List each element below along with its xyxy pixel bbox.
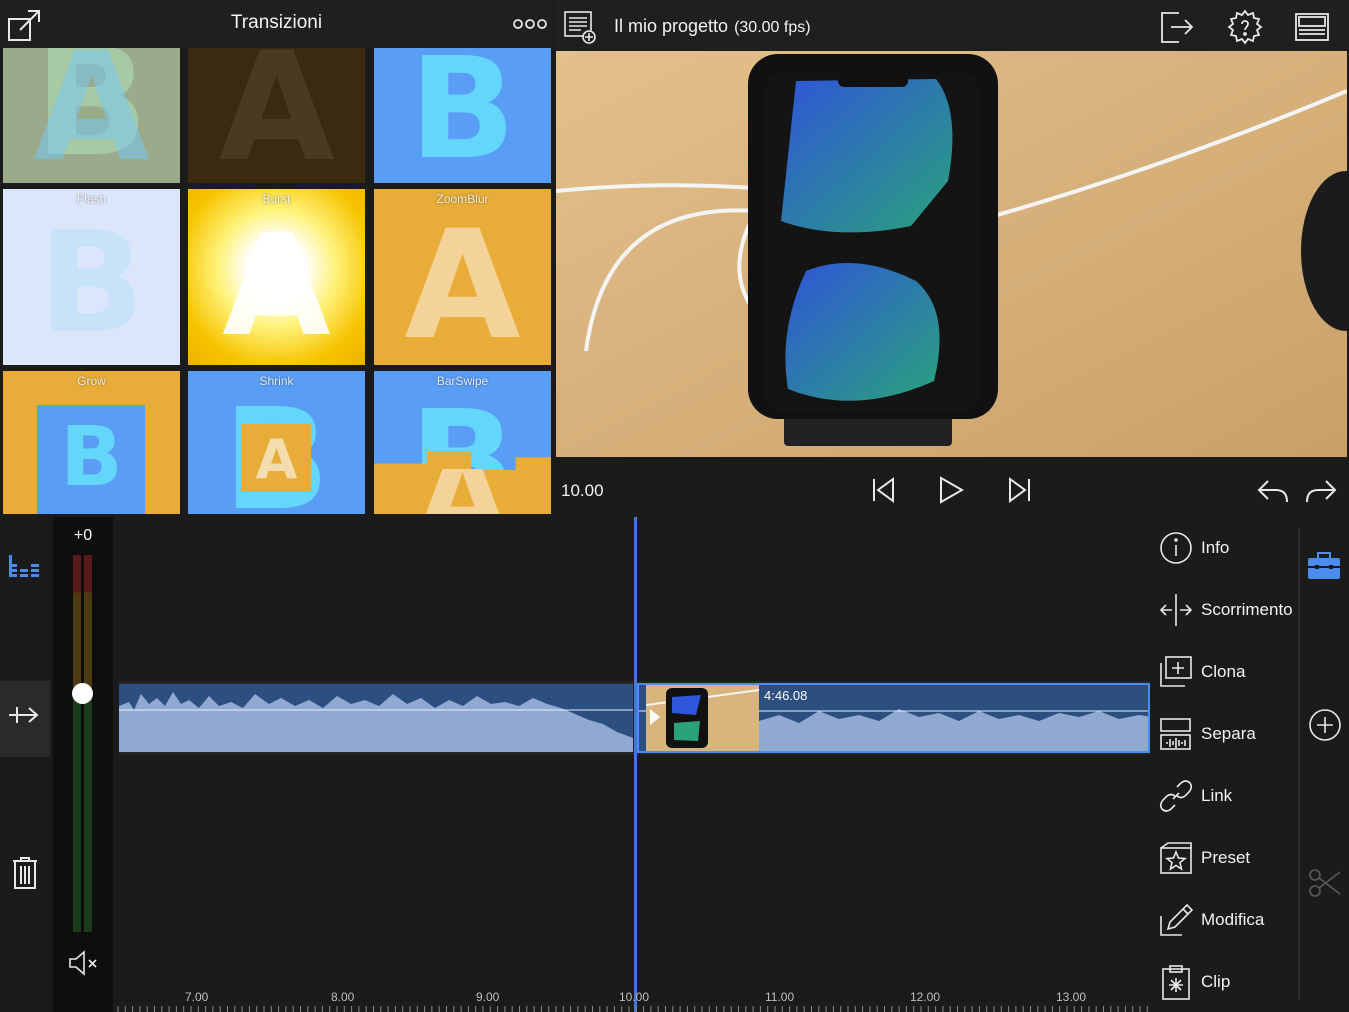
transition-tile-burst[interactable]: A Burst [188,189,365,365]
ruler-label: 12.00 [910,990,941,1004]
meter-bar-right [84,555,92,932]
clipboard-icon [1158,964,1194,1000]
info-icon [1158,530,1194,566]
transition-label: BarSwipe [436,374,489,388]
menu-item-label: Clona [1201,662,1246,681]
transition-label: Flash [76,192,107,206]
transition-tile-dissolve[interactable]: A [188,48,365,183]
ruler-label: 9.00 [476,990,500,1004]
play-icon[interactable] [937,475,965,505]
transitions-title: Transizioni [230,12,323,33]
menu-item-label: Modifica [1201,910,1265,929]
skip-forward-icon[interactable] [1006,476,1032,504]
scissors-icon[interactable] [1308,866,1342,900]
menu-item-info[interactable]: Info [1158,528,1229,568]
menu-item-clip[interactable]: Clip [1158,962,1230,1002]
mute-icon[interactable] [67,949,99,977]
project-settings-icon[interactable] [563,10,597,44]
split-audio-icon [1158,716,1194,752]
playhead[interactable] [634,517,637,1012]
transition-tile-cut[interactable]: B [374,48,551,183]
audio-levels-icon[interactable] [8,553,42,579]
transition-label: Shrink [259,374,294,388]
pencil-icon [1158,902,1194,938]
skip-back-icon[interactable] [871,476,897,504]
menu-item-label: Clip [1201,972,1231,991]
menu-item-preset[interactable]: Preset [1158,838,1250,878]
timeline[interactable] [116,517,1150,1012]
volume-value: +0 [73,527,93,544]
transition-tile-zoomblur[interactable]: A ZoomBlur [374,189,551,365]
link-icon [1158,778,1194,814]
preview-video[interactable] [556,51,1347,457]
timecode: 10.00 [561,481,604,500]
preset-star-icon [1158,840,1194,876]
slide-icon [1158,592,1194,628]
project-fps: (30.00 fps) [734,19,811,36]
menu-item-split[interactable]: Separa [1158,714,1256,754]
transition-tile-flash[interactable]: B Flash [3,189,180,365]
clip-duration: 4:46.08 [764,688,808,703]
menu-item-label: Preset [1201,848,1251,867]
transition-label: Burst [262,192,291,206]
undo-icon[interactable] [1256,478,1290,504]
project-name: Il mio progetto [614,16,729,36]
clip-play-marker-icon [649,708,661,726]
clone-icon [1158,654,1194,690]
transition-tile-shrink[interactable]: B A Shrink [188,371,365,514]
transition-label: Grow [77,374,106,388]
transition-label: ZoomBlur [436,192,489,206]
transition-tile-fade[interactable]: B A [3,48,180,183]
ruler-label: 7.00 [185,990,209,1004]
menu-item-slide[interactable]: Scorrimento [1158,590,1293,630]
transition-tile-grow[interactable]: B Grow [3,371,180,514]
menu-divider [1298,528,1300,1000]
left-rail [0,517,50,1012]
menu-item-label: Separa [1201,724,1256,743]
ruler-label: 11.00 [765,990,795,1004]
meter-bar-left [73,555,81,932]
ruler-label: 10.00 [619,990,650,1004]
menu-item-link[interactable]: Link [1158,776,1232,816]
add-icon[interactable] [1308,708,1342,742]
transition-tile-barswipe[interactable]: B A BarSwipe [374,371,551,514]
volume-slider-knob[interactable] [72,683,93,704]
audio-clip-left[interactable] [119,684,633,752]
export-icon[interactable] [1159,9,1195,45]
project-title: Il mio progetto (30.00 fps) [614,16,811,37]
help-settings-icon[interactable] [1227,9,1263,45]
trash-icon[interactable] [11,856,39,890]
toolbox-icon[interactable] [1307,552,1341,580]
clip-thumbnail [646,685,759,751]
ruler-label: 8.00 [331,990,355,1004]
menu-item-label: Scorrimento [1201,600,1293,619]
menu-item-edit[interactable]: Modifica [1158,900,1264,940]
layout-icon[interactable] [1294,12,1330,42]
menu-item-label: Info [1201,538,1230,557]
redo-icon[interactable] [1304,478,1338,504]
menu-item-label: Link [1201,786,1233,805]
ruler-label: 13.00 [1056,990,1087,1004]
track-move-icon[interactable] [7,703,43,727]
menu-item-clone[interactable]: Clona [1158,652,1245,692]
more-options-icon[interactable] [512,16,548,32]
volume-meter [53,517,113,1012]
